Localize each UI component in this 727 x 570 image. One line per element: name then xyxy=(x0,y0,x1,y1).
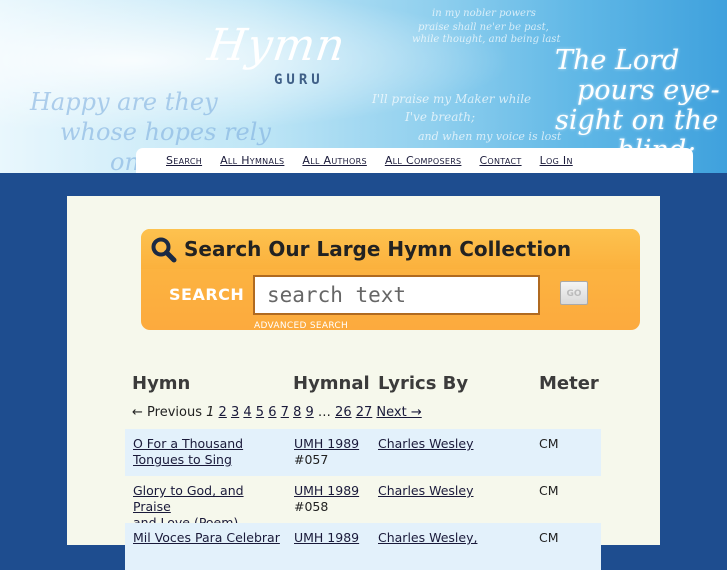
quote-line: sight on the xyxy=(555,105,719,136)
lyrics-cell: Charles Wesley xyxy=(378,436,488,452)
search-box: Search Our Large Hymn Collection SEARCH … xyxy=(141,229,640,330)
hymnal-link[interactable]: UMH 1989 xyxy=(294,436,359,451)
search-input[interactable] xyxy=(253,275,540,315)
background-lyric: while thought, and being last xyxy=(412,34,561,45)
hymn-link[interactable]: Glory to God, and Praise xyxy=(133,483,244,514)
hymnal-link[interactable]: UMH 1989 xyxy=(294,483,359,498)
background-lyric: Happy are they xyxy=(30,88,218,116)
nav-all-composers[interactable]: All Composers xyxy=(385,154,462,167)
meter-cell: CM xyxy=(539,436,559,451)
pager-next[interactable]: Next → xyxy=(376,405,421,420)
background-lyric: and when my voice is lost xyxy=(418,130,562,143)
pager-ellipsis: … xyxy=(317,405,331,420)
search-header: Search Our Large Hymn Collection xyxy=(141,229,640,269)
pagination: ← Previous 1 2 3 4 5 6 7 8 9 … 26 27 Nex… xyxy=(132,405,422,420)
quote-line: pours eye- xyxy=(577,75,720,106)
magnifier-icon xyxy=(151,237,177,263)
lyrics-cell: Charles Wesley xyxy=(378,483,488,499)
pager-page[interactable]: 9 xyxy=(305,405,313,420)
pager-page[interactable]: 6 xyxy=(268,405,276,420)
table-row: Glory to God, and Praise and Love (Poem)… xyxy=(125,476,601,530)
nav-search[interactable]: Search xyxy=(166,154,202,167)
author-link[interactable]: Charles Wesley xyxy=(378,483,474,498)
col-header-hymn: Hymn xyxy=(132,373,191,394)
content-panel: Search Our Large Hymn Collection SEARCH … xyxy=(67,196,660,570)
hymnal-cell: UMH 1989 #058 xyxy=(294,483,364,515)
meter-cell: CM xyxy=(539,483,559,498)
table-row: Mil Voces Para Celebrar UMH 1989 Charles… xyxy=(125,523,601,570)
background-lyric: praise shall ne'er be past, xyxy=(418,22,549,33)
pager-page[interactable]: 4 xyxy=(243,405,251,420)
nav-all-hymnals[interactable]: All Hymnals xyxy=(220,154,284,167)
nav-contact[interactable]: Contact xyxy=(479,154,521,167)
background-lyric: whose hopes rely xyxy=(60,118,271,146)
search-title: Search Our Large Hymn Collection xyxy=(184,237,572,261)
author-link[interactable]: Charles Wesley xyxy=(378,436,474,451)
col-header-lyrics: Lyrics By xyxy=(378,373,469,394)
pager-page[interactable]: 3 xyxy=(231,405,239,420)
hymn-link[interactable]: O For a Thousand xyxy=(133,436,243,451)
hymn-link[interactable]: Mil Voces Para Celebrar xyxy=(133,530,280,545)
hymn-number: #058 xyxy=(294,499,329,514)
pager-prev: ← Previous xyxy=(132,405,202,420)
pager-page[interactable]: 8 xyxy=(293,405,301,420)
hymnal-cell: UMH 1989 xyxy=(294,530,364,546)
hymn-cell: O For a Thousand Tongues to Sing xyxy=(133,436,283,468)
hymn-number: #057 xyxy=(294,452,329,467)
nav-all-authors[interactable]: All Authors xyxy=(302,154,366,167)
quote-line: The Lord xyxy=(555,45,680,76)
advanced-search-link[interactable]: ADVANCED SEARCH xyxy=(254,321,348,330)
col-header-meter: Meter xyxy=(539,373,599,394)
background-lyric: in my nobler powers xyxy=(432,8,536,19)
search-label: SEARCH xyxy=(169,285,245,304)
author-link[interactable]: Charles Wesley, xyxy=(378,530,477,545)
pager-current: 1 xyxy=(206,405,215,420)
go-button[interactable]: GO xyxy=(560,281,588,305)
hymn-link[interactable]: Tongues to Sing xyxy=(133,452,232,467)
hymnal-cell: UMH 1989 #057 xyxy=(294,436,364,468)
pager-page[interactable]: 7 xyxy=(281,405,289,420)
logo-sub-text: GURU xyxy=(274,72,324,88)
logo-script-text: Hymn xyxy=(204,20,349,71)
pager-page[interactable]: 26 xyxy=(335,405,352,420)
hymnal-link[interactable]: UMH 1989 xyxy=(294,530,359,545)
hymn-cell: Mil Voces Para Celebrar xyxy=(133,530,283,546)
site-header: Happy are they whose hopes rely on G I'l… xyxy=(0,0,727,173)
hymn-guru-logo[interactable]: Hymn GURU xyxy=(204,20,348,95)
table-row: O For a Thousand Tongues to Sing UMH 198… xyxy=(125,429,601,476)
col-header-hymnal: Hymnal xyxy=(293,373,370,394)
pager-page[interactable]: 27 xyxy=(356,405,373,420)
meter-cell: CM xyxy=(539,530,559,545)
background-lyric: I'll praise my Maker while xyxy=(372,92,532,106)
pager-page[interactable]: 5 xyxy=(256,405,264,420)
pager-page[interactable]: 2 xyxy=(219,405,227,420)
lyrics-cell: Charles Wesley, xyxy=(378,530,488,546)
background-lyric: I've breath; xyxy=(405,110,476,124)
main-nav: Search All Hymnals All Authors All Compo… xyxy=(136,148,693,173)
nav-log-in[interactable]: Log In xyxy=(540,154,573,167)
